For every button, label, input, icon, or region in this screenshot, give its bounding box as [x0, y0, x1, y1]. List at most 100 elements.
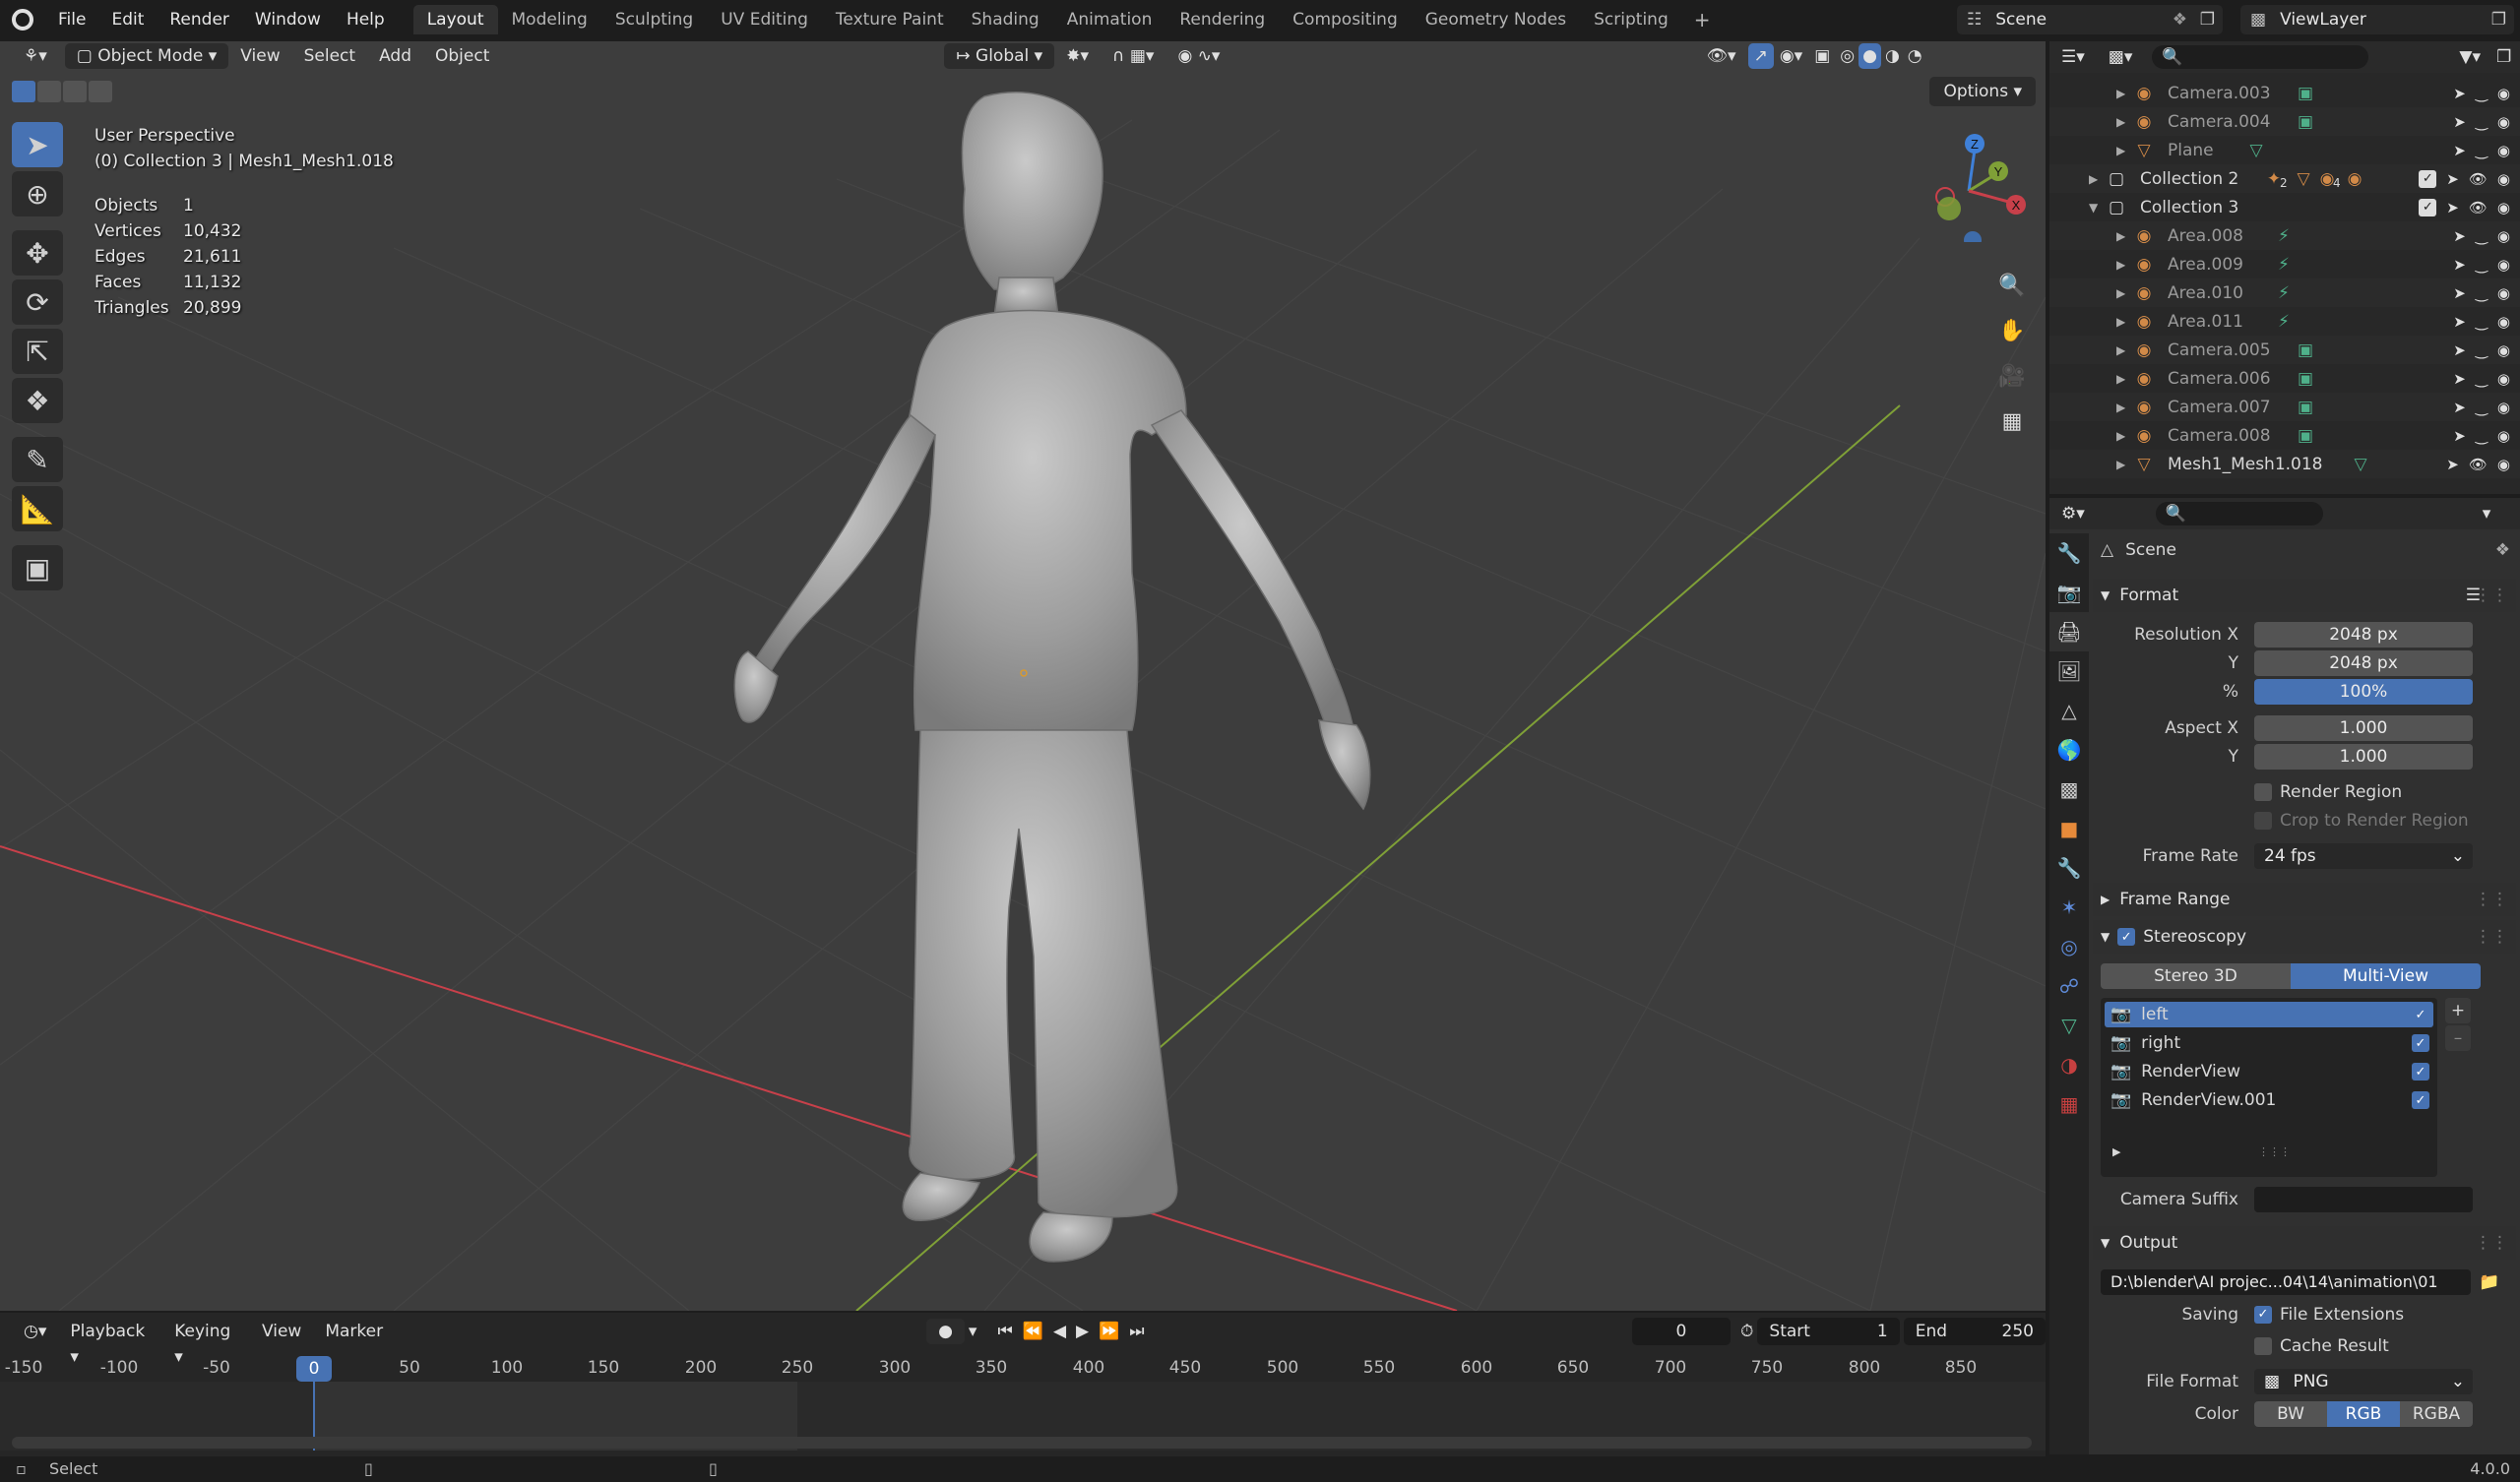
selectable-icon[interactable]: ➤ [2446, 170, 2459, 188]
tab-compositing[interactable]: Compositing [1279, 5, 1412, 34]
filter-icon[interactable]: ▼▾ [2447, 44, 2492, 70]
render-region-checkbox[interactable] [2254, 782, 2272, 801]
menu-edit[interactable]: Edit [98, 0, 157, 39]
frame-rate-dropdown[interactable]: 24 fps ⌄ [2254, 842, 2473, 869]
expand-arrow-icon[interactable]: ▶ [2116, 315, 2125, 329]
menu-keying[interactable]: Keying ▾ [162, 1319, 250, 1367]
render-camera-icon[interactable]: ◉ [2497, 399, 2510, 416]
format-panel-header[interactable]: ▼ Format ☰ ⋮⋮ [2093, 579, 2516, 612]
outliner-item-label[interactable]: Camera.004 [2168, 112, 2271, 132]
outliner-item-label[interactable]: Plane [2168, 141, 2214, 160]
expand-arrow-icon[interactable]: ▶ [2116, 286, 2125, 300]
outliner-item-label[interactable]: Camera.003 [2168, 84, 2271, 103]
blender-logo-icon[interactable] [0, 0, 45, 39]
hidden-eye-icon[interactable]: ‿ [2476, 370, 2488, 388]
outliner-item-label[interactable]: Area.010 [2168, 283, 2243, 303]
expand-arrow-icon[interactable]: ▶ [2116, 401, 2125, 414]
add-workspace-button[interactable]: + [1682, 8, 1723, 31]
selectable-icon[interactable]: ➤ [2446, 456, 2459, 473]
properties-search-input[interactable]: 🔍 [2155, 502, 2323, 525]
view-item-left[interactable]: 📷 left ✓ [2105, 1002, 2433, 1027]
pin-icon[interactable]: ❖ [2495, 540, 2510, 560]
scene-selector[interactable]: ☷ Scene ❖ ❐ [1957, 5, 2223, 34]
select-box-tool-icon[interactable]: ➤ [12, 122, 63, 167]
exclude-checkbox[interactable]: ✓ [2419, 198, 2437, 216]
3d-viewport[interactable]: ⚘▾ ▢ Object Mode ▾ View Select Add Objec… [0, 41, 2046, 1311]
output-path-field[interactable]: D:\blender\AI projec...04\14\animation\0… [2101, 1268, 2471, 1295]
resolution-y-field[interactable]: 2048 px [2254, 649, 2473, 676]
tab-modeling[interactable]: Modeling [498, 5, 601, 34]
render-camera-icon[interactable]: ◉ [2497, 227, 2510, 245]
next-keyframe-icon[interactable]: ⏩ [1094, 1319, 1124, 1344]
expand-arrow-icon[interactable]: ▶ [2116, 372, 2125, 386]
object-mode-dropdown[interactable]: ▢ Object Mode ▾ [64, 43, 229, 69]
tab-layout[interactable]: Layout [412, 5, 498, 34]
play-icon[interactable]: ▶ [1071, 1319, 1094, 1344]
menu-marker[interactable]: Marker [313, 1319, 395, 1344]
select-new-icon[interactable] [12, 81, 35, 102]
ortho-grid-icon[interactable]: ▦ [1992, 401, 2032, 441]
rendered-shading-icon[interactable]: ◔ [1904, 43, 1926, 69]
render-tab-icon[interactable]: 📷 [2049, 573, 2089, 612]
outliner-row-area-009[interactable]: ▶ ◉ Area.009 ⚡ ➤ ‿ ◉ [2049, 250, 2520, 278]
tab-shading[interactable]: Shading [958, 5, 1053, 34]
eye-icon[interactable]: 👁 [2469, 170, 2488, 188]
preview-range-icon[interactable]: ⏱ [1736, 1319, 1757, 1344]
expand-arrow-icon[interactable]: ▶ [2116, 343, 2125, 357]
add-view-button[interactable]: + [2445, 998, 2471, 1023]
view-item-renderview-001[interactable]: 📷 RenderView.001 ✓ [2105, 1087, 2433, 1113]
multi-view-button[interactable]: Multi-View [2291, 963, 2481, 989]
menu-help[interactable]: Help [334, 0, 398, 39]
prev-keyframe-icon[interactable]: ⏪ [1018, 1319, 1048, 1344]
drag-handle-icon[interactable]: ⋮⋮ [2475, 586, 2508, 605]
navigation-gizmo[interactable]: Z Y X [1910, 124, 2028, 242]
tab-uv-editing[interactable]: UV Editing [707, 5, 822, 34]
current-frame-field[interactable]: 0 [1631, 1318, 1732, 1345]
view-layer-tab-icon[interactable]: 🖼 [2049, 651, 2089, 691]
texture-tab-icon[interactable]: ▦ [2049, 1084, 2089, 1124]
tab-animation[interactable]: Animation [1053, 5, 1166, 34]
tab-texture-paint[interactable]: Texture Paint [822, 5, 958, 34]
world-tab-icon[interactable]: 🌎 [2049, 730, 2089, 770]
outliner-item-label[interactable]: Area.009 [2168, 255, 2243, 275]
file-format-dropdown[interactable]: ▩ PNG ⌄ [2254, 1368, 2473, 1394]
record-options-icon[interactable]: ▾ [965, 1319, 981, 1344]
render-camera-icon[interactable]: ◉ [2497, 170, 2510, 188]
expand-arrow-icon[interactable]: ▶ [2116, 429, 2125, 443]
render-camera-icon[interactable]: ◉ [2497, 284, 2510, 302]
new-scene-icon[interactable]: ❐ [2200, 10, 2215, 30]
outliner-row-camera-008[interactable]: ▶ ◉ Camera.008 ▣ ➤ ‿ ◉ [2049, 421, 2520, 450]
playhead[interactable]: 0 [296, 1356, 332, 1382]
resolution-x-field[interactable]: 2048 px [2254, 621, 2473, 648]
outliner-item-label[interactable]: Area.008 [2168, 226, 2243, 246]
list-expand-icon[interactable]: ▶ [2112, 1145, 2120, 1158]
outliner-row-area-008[interactable]: ▶ ◉ Area.008 ⚡ ➤ ‿ ◉ [2049, 221, 2520, 250]
selectable-icon[interactable]: ➤ [2453, 113, 2466, 131]
hidden-eye-icon[interactable]: ‿ [2476, 313, 2488, 331]
overlays-icon[interactable]: ◉▾ [1774, 43, 1808, 69]
material-shading-icon[interactable]: ◑ [1881, 43, 1904, 69]
outliner-item-label[interactable]: Camera.007 [2168, 398, 2271, 417]
menu-file[interactable]: File [45, 0, 98, 39]
outliner-search-input[interactable]: 🔍 [2152, 45, 2369, 69]
outliner-item-label[interactable]: Area.011 [2168, 312, 2243, 332]
outliner-item-label[interactable]: Camera.008 [2168, 426, 2271, 446]
render-camera-icon[interactable]: ◉ [2497, 370, 2510, 388]
file-extensions-checkbox[interactable]: ✓ [2254, 1305, 2272, 1324]
material-tab-icon[interactable]: ◑ [2049, 1045, 2089, 1084]
collection-tab-icon[interactable]: ▩ [2049, 770, 2089, 809]
pivot-point-icon[interactable]: ✸▾ [1054, 43, 1101, 69]
move-tool-icon[interactable]: ✥ [12, 230, 63, 276]
view-enabled-checkbox[interactable]: ✓ [2412, 1063, 2429, 1081]
hidden-eye-icon[interactable]: ‿ [2476, 227, 2488, 245]
selectable-icon[interactable]: ➤ [2453, 399, 2466, 416]
color-rgb-button[interactable]: RGB [2327, 1400, 2400, 1427]
view-enabled-checkbox[interactable]: ✓ [2412, 1006, 2429, 1023]
hidden-eye-icon[interactable]: ‿ [2476, 284, 2488, 302]
expand-arrow-icon[interactable]: ▶ [2116, 458, 2125, 471]
particles-tab-icon[interactable]: ✶ [2049, 888, 2089, 927]
outliner-item-label[interactable]: Camera.006 [2168, 369, 2271, 389]
outliner-row-collection-2[interactable]: ▶ ▢ Collection 2 ✦ 2 ▽ ◉ 4 ◉ ✓ ➤ 👁 ◉ [2049, 164, 2520, 193]
frame-range-panel-header[interactable]: ▶ Frame Range ⋮⋮ [2093, 883, 2516, 916]
play-reverse-icon[interactable]: ◀ [1048, 1319, 1071, 1344]
